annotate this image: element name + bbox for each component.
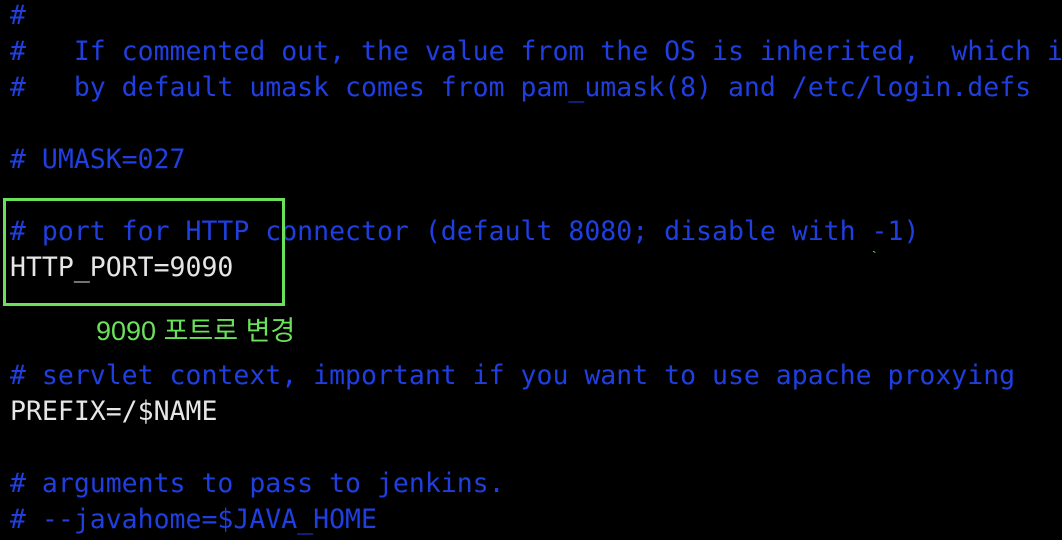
- config-line-comment: # --javahome=$JAVA_HOME: [10, 504, 377, 535]
- config-line-comment: # servlet context, important if you want…: [10, 360, 1016, 391]
- config-line-comment: # by default umask comes from pam_umask(…: [10, 72, 1032, 103]
- config-line-prefix: PREFIX=/$NAME: [10, 396, 218, 427]
- terminal-window[interactable]: # # If commented out, the value from the…: [0, 0, 1062, 540]
- annotation-label: 9090 포트로 변경: [96, 316, 296, 346]
- config-line-comment: # arguments to pass to jenkins.: [10, 468, 505, 499]
- highlight-box: [3, 198, 285, 306]
- config-line-comment: # UMASK=027: [10, 144, 186, 175]
- config-line-comment: # If commented out, the value from the O…: [10, 36, 1062, 67]
- config-line-comment: #: [10, 0, 26, 31]
- stray-mark: `: [872, 248, 877, 264]
